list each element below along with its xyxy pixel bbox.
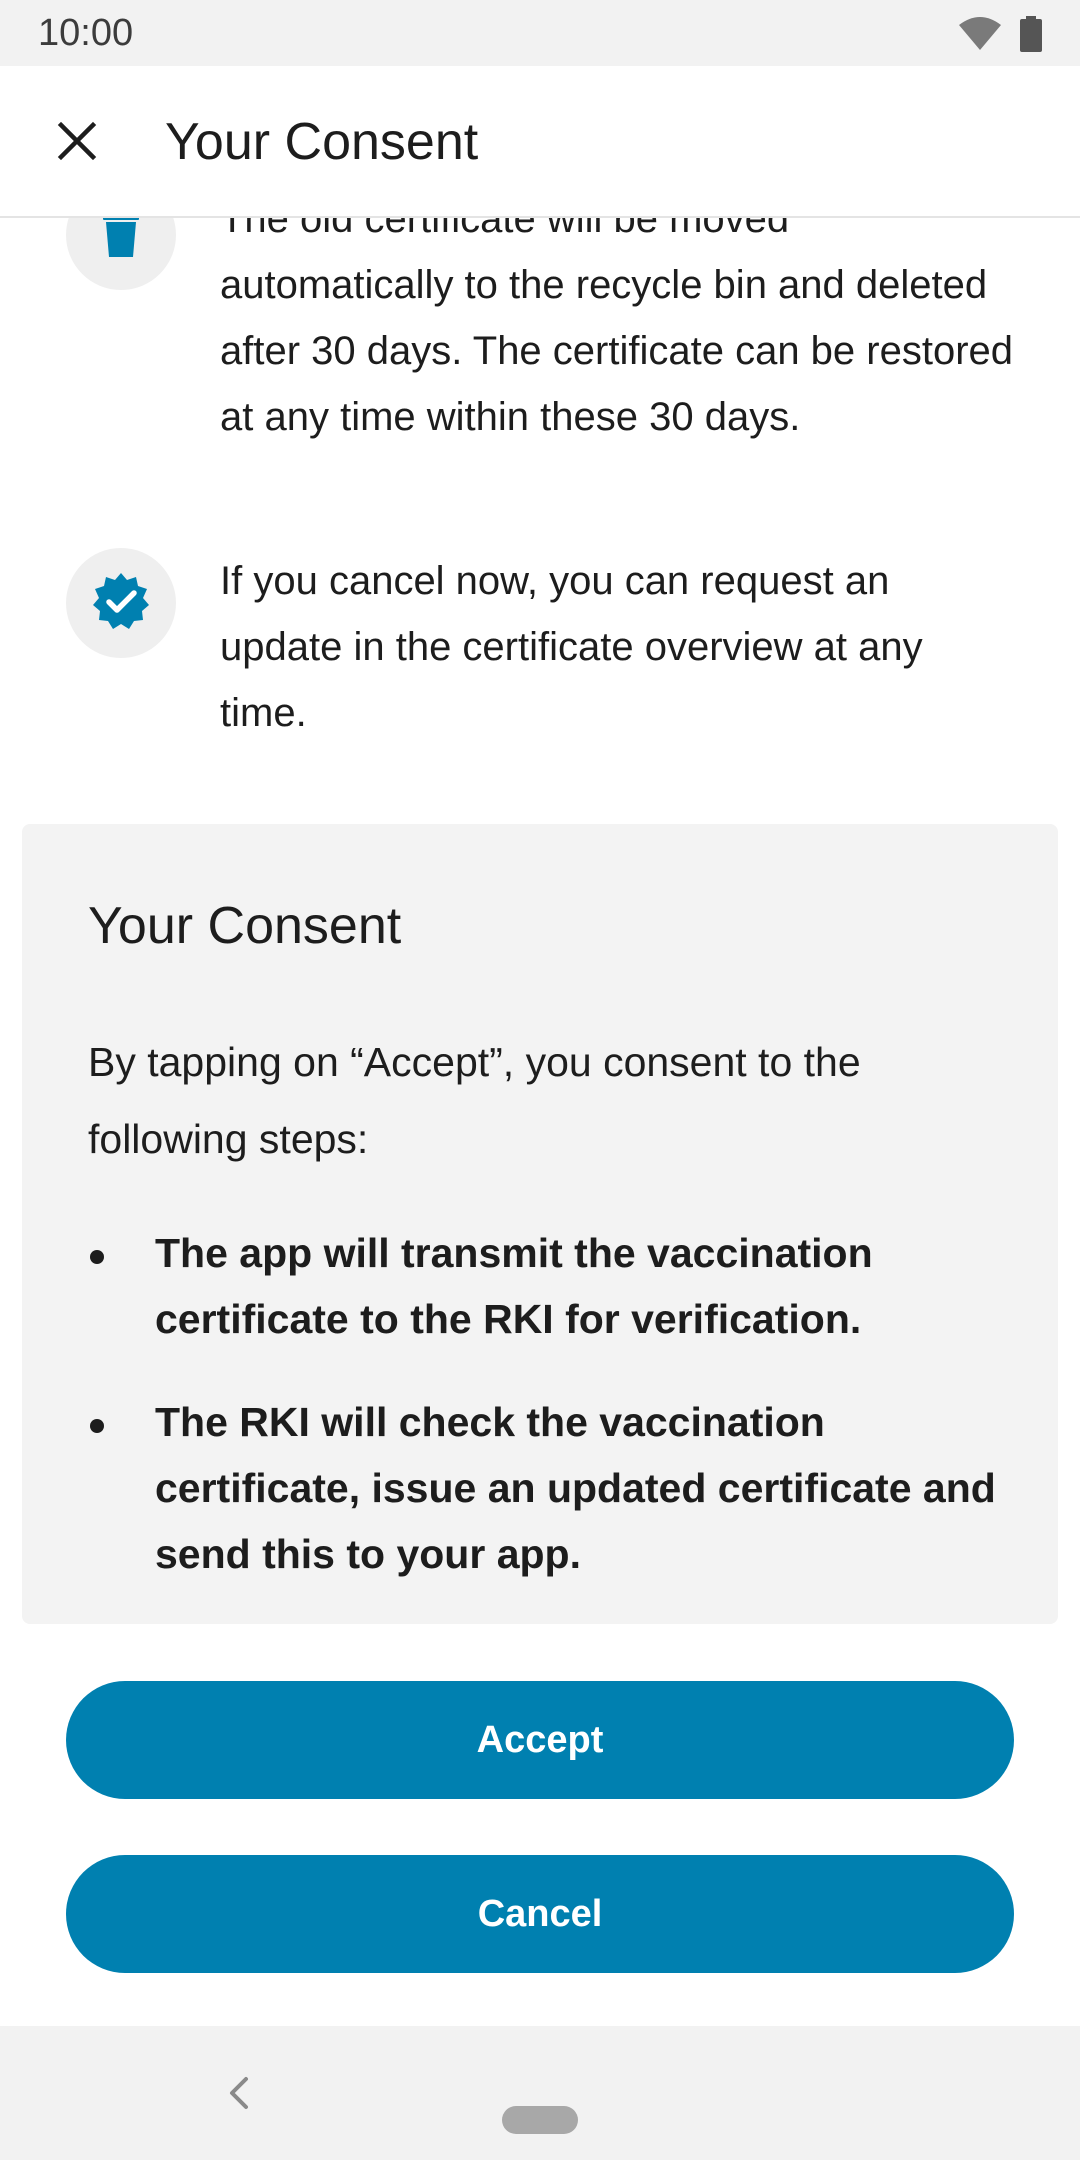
page-title: Your Consent [165, 113, 479, 171]
status-bar: 10:00 [0, 0, 1080, 66]
bullet-icon [90, 1419, 104, 1433]
home-pill-button[interactable] [502, 2106, 578, 2134]
status-icons [958, 16, 1042, 57]
info-text: The old certificate will be moved automa… [220, 216, 1014, 439]
wifi-icon [958, 17, 1002, 56]
cancel-button[interactable]: Cancel [66, 1855, 1014, 1973]
verified-badge-icon [91, 571, 151, 636]
consent-step-text: The app will transmit the vaccination ce… [155, 1230, 873, 1342]
trash-icon [101, 216, 141, 262]
consent-card: Your Consent By tapping on “Accept”, you… [22, 824, 1058, 1624]
app-bar: Your Consent [0, 66, 1080, 218]
accept-button[interactable]: Accept [66, 1681, 1014, 1799]
consent-title: Your Consent [88, 897, 402, 955]
scroll-content[interactable]: The old certificate will be moved automa… [0, 216, 1080, 2026]
consent-step-text: The RKI will check the vaccination certi… [155, 1399, 996, 1577]
info-text: If you cancel now, you can request an up… [220, 559, 923, 735]
navigation-bar [0, 2026, 1080, 2160]
verified-icon-circle [66, 548, 176, 658]
consent-intro: By tapping on “Accept”, you consent to t… [88, 1039, 861, 1162]
bullet-icon [90, 1250, 104, 1264]
trash-icon-circle [66, 216, 176, 290]
battery-icon [1020, 16, 1042, 57]
close-icon[interactable] [46, 110, 108, 172]
back-icon[interactable] [218, 2070, 258, 2116]
status-time: 10:00 [38, 12, 134, 54]
